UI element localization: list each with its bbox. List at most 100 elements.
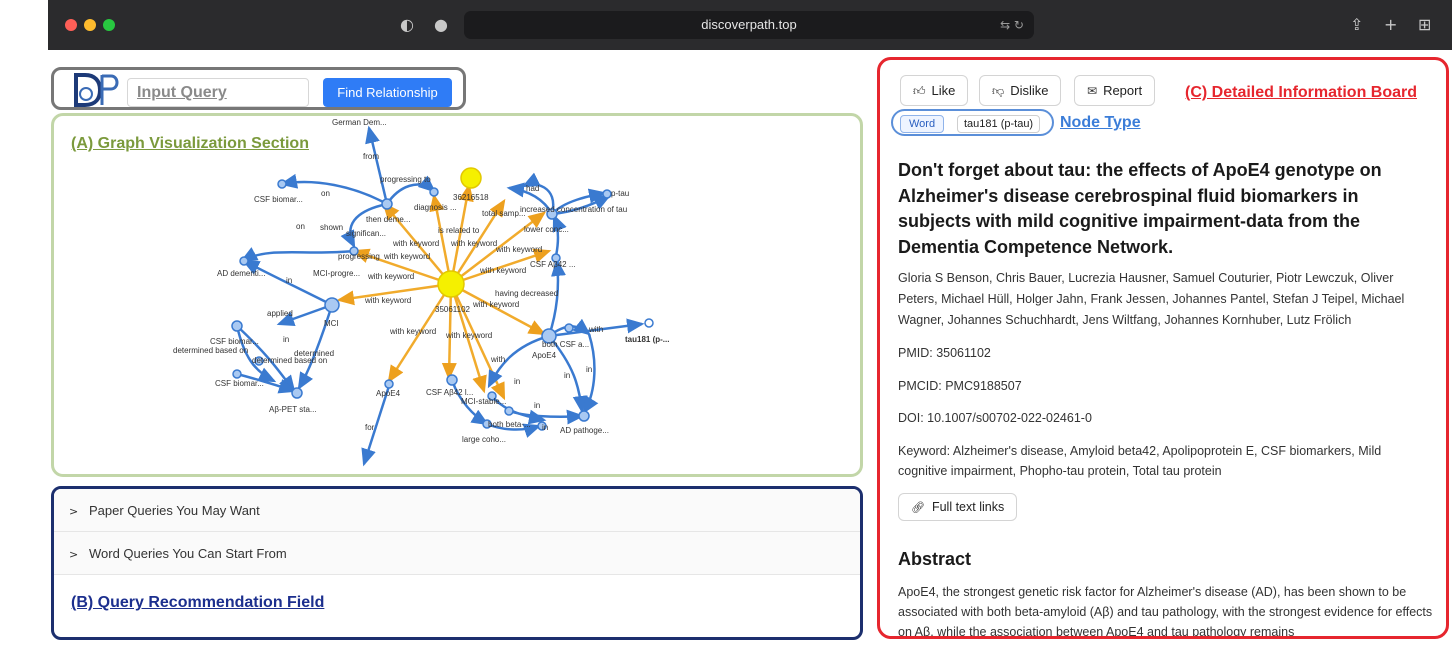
node-label: both CSF a...	[542, 340, 589, 349]
edge-label: with	[588, 325, 603, 334]
node-label: large coho...	[462, 435, 506, 444]
node-label: ApoE4	[532, 351, 557, 360]
full-text-label: Full text links	[931, 500, 1005, 514]
graph-section-title: (A) Graph Visualization Section	[71, 135, 309, 152]
graph-node[interactable]	[578, 410, 590, 422]
paper-authors: Gloria S Benson, Chris Bauer, Lucrezia H…	[898, 271, 1405, 327]
url-text: discoverpath.top	[701, 17, 797, 32]
edge-label: for	[365, 423, 375, 432]
paper-doi: DOI: 10.1007/s00702-022-02461-0	[898, 411, 1092, 425]
edge-label: with keyword	[383, 252, 430, 261]
zoom-window-button[interactable]	[103, 19, 115, 31]
node-label: both beta-...	[488, 420, 531, 429]
node-label: tau181 (p-...	[625, 335, 669, 344]
close-window-button[interactable]	[65, 19, 77, 31]
translate-reload-icon[interactable]: ⇆ ↻	[1000, 11, 1024, 39]
graph-node[interactable]	[239, 256, 249, 266]
paper-keywords: Keyword: Alzheimer's disease, Amyloid be…	[898, 444, 1382, 478]
dislike-label: Dislike	[1010, 83, 1049, 98]
extension-icon[interactable]: ●	[434, 15, 448, 35]
recommendation-section-title: (B) Query Recommendation Field	[71, 594, 325, 611]
tab-overview-icon[interactable]: ⊞	[1418, 15, 1431, 35]
edge-label: in	[514, 377, 520, 386]
node-label: Aβ-PET sta...	[269, 405, 317, 414]
node-label: German Dem...	[332, 118, 387, 127]
graph-node[interactable]	[232, 369, 242, 379]
app-logo	[74, 73, 119, 107]
edge-label: with keyword	[445, 331, 492, 340]
node-label: 35061102	[435, 305, 471, 314]
graph-node[interactable]	[446, 374, 458, 386]
graph-edge	[552, 213, 567, 257]
paper-pmcid: PMCID: PMC9188507	[898, 379, 1022, 393]
minimize-window-button[interactable]	[84, 19, 96, 31]
graph-node[interactable]	[291, 387, 303, 399]
graph-node[interactable]	[602, 189, 612, 199]
node-label: p-tau	[611, 189, 629, 198]
new-tab-icon[interactable]: +	[1384, 15, 1397, 35]
dislike-button[interactable]: 👎︎ Dislike	[979, 75, 1062, 106]
graph-node[interactable]	[277, 179, 287, 189]
share-icon[interactable]: ⇪	[1350, 15, 1363, 35]
paper-node-35061102[interactable]	[437, 270, 465, 298]
address-bar[interactable]: discoverpath.top ⇆ ↻	[464, 11, 1034, 39]
node-label: CSF biomar...	[215, 379, 264, 388]
shield-icon[interactable]: ◐	[400, 15, 414, 35]
graph-node[interactable]	[231, 320, 243, 332]
edge-label: with keyword	[367, 272, 414, 281]
query-input[interactable]: Input Query	[127, 78, 309, 107]
link-icon: 🔗︎	[911, 501, 925, 514]
edge-label: on	[321, 189, 330, 198]
graph-edge	[365, 125, 389, 205]
find-relationship-button[interactable]: Find Relationship	[323, 78, 452, 107]
edge-label: applied	[267, 309, 293, 318]
graph-node[interactable]	[429, 187, 439, 197]
mail-icon: ✉	[1087, 84, 1098, 98]
collapse-label: Paper Queries You May Want	[89, 503, 260, 518]
like-button[interactable]: 👍︎ Like	[900, 75, 969, 106]
edge-label: with keyword	[472, 300, 519, 309]
node-type-tag: Word	[900, 115, 945, 133]
node-value-tag: tau181 (p-tau)	[957, 115, 1041, 133]
paper-queries-collapse[interactable]: > Paper Queries You May Want	[54, 489, 860, 532]
node-label: AD dementi...	[217, 269, 265, 278]
paper-node-36216518[interactable]	[460, 167, 482, 189]
graph-node[interactable]	[381, 198, 393, 210]
node-label: then deme...	[366, 215, 410, 224]
node-label: ApoE4	[376, 389, 401, 398]
graph-canvas[interactable]: German Dem... 36216518 p-tau CSF biomar.…	[54, 116, 860, 474]
graph-edge	[340, 202, 388, 249]
full-text-links-button[interactable]: 🔗︎ Full text links	[898, 493, 1018, 521]
detailed-information-board: 👍︎ Like 👎︎ Dislike ✉ Report (C) Detailed In…	[877, 57, 1449, 639]
graph-visualization-section: German Dem... 36216518 p-tau CSF biomar.…	[51, 113, 863, 477]
edge-label: in	[283, 335, 289, 344]
abstract-text: ApoE4, the strongest genetic risk factor…	[898, 585, 1433, 639]
graph-node[interactable]	[564, 323, 574, 333]
node-label: lower conc...	[524, 225, 569, 234]
edge-label: determined based on	[173, 346, 248, 355]
node-label: CSF Aβ42 l...	[426, 388, 473, 397]
graph-node[interactable]	[324, 297, 340, 313]
graph-node[interactable]	[504, 406, 514, 416]
node-label: diagnosis ...	[414, 203, 457, 212]
graph-node[interactable]	[644, 318, 654, 328]
node-label: 36216518	[453, 193, 489, 202]
node-label: MCI	[324, 319, 339, 328]
edge-label: with keyword	[450, 239, 497, 248]
graph-node[interactable]	[384, 379, 394, 389]
node-label: MCI-stable...	[461, 397, 506, 406]
paper-pmid: PMID: 35061102	[898, 346, 991, 360]
report-button[interactable]: ✉ Report	[1074, 75, 1156, 106]
edge-label: is related to	[438, 226, 480, 235]
query-recommendation-section: > Paper Queries You May Want > Word Querie…	[51, 486, 863, 640]
graph-edge	[547, 258, 566, 337]
thumbs-down-icon: 👎︎	[992, 84, 1005, 98]
edge-label: progressing	[338, 252, 380, 261]
node-label: MCI-progre...	[313, 269, 360, 278]
node-label: CSF biomar...	[254, 195, 303, 204]
edge-label: on	[296, 222, 305, 231]
graph-edge	[385, 175, 436, 205]
edge-label: in	[542, 423, 548, 432]
node-label: CSF Aβ42 ...	[530, 260, 576, 269]
word-queries-collapse[interactable]: > Word Queries You Can Start From	[54, 532, 860, 575]
